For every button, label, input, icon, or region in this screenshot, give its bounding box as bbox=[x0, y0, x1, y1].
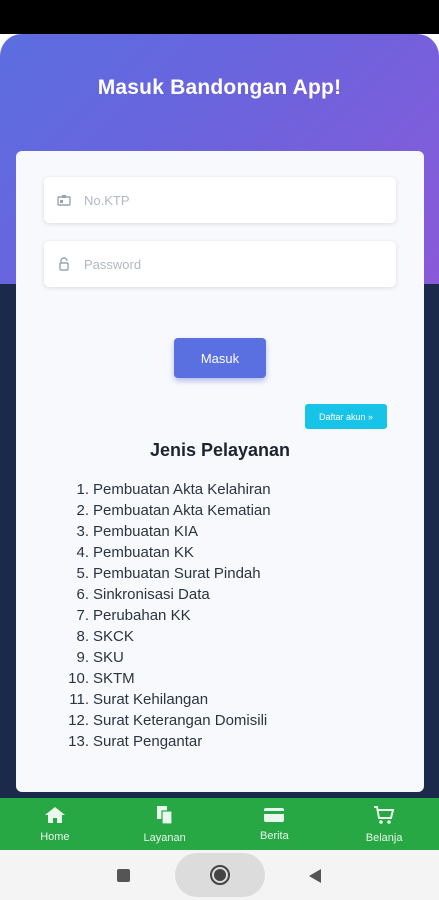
nav-home[interactable]: Home bbox=[0, 798, 110, 850]
list-item: 9. SKU bbox=[76, 649, 124, 666]
system-home-button[interactable] bbox=[175, 853, 265, 897]
password-placeholder: Password bbox=[84, 256, 142, 272]
list-item: 6. Sinkronisasi Data bbox=[76, 586, 210, 603]
list-item: 3. Pembuatan KIA bbox=[76, 523, 199, 540]
list-item: 13. Surat Pengantar bbox=[68, 733, 203, 750]
ktp-placeholder: No.KTP bbox=[84, 192, 130, 208]
nav-belanja[interactable]: Belanja bbox=[329, 798, 439, 850]
documents-icon bbox=[155, 805, 175, 830]
ktp-field[interactable]: No.KTP bbox=[44, 177, 396, 223]
login-button[interactable]: Masuk bbox=[174, 338, 266, 378]
password-field[interactable]: Password bbox=[44, 241, 396, 287]
back-icon[interactable] bbox=[309, 869, 321, 883]
list-item: 5. Pembuatan Surat Pindah bbox=[76, 565, 261, 582]
list-item: 2. Pembuatan Akta Kematian bbox=[76, 502, 271, 519]
status-bar bbox=[0, 0, 439, 34]
page-title: Masuk Bandongan App! bbox=[97, 76, 342, 99]
id-card-icon bbox=[44, 194, 84, 206]
list-item: 10. SKTM bbox=[68, 670, 135, 687]
nav-layanan-label: Layanan bbox=[143, 831, 186, 844]
list-item: 7. Perubahan KK bbox=[76, 607, 191, 624]
list-item: 12. Surat Keterangan Domisili bbox=[68, 712, 268, 729]
cart-icon bbox=[373, 805, 395, 830]
list-item: 8. SKCK bbox=[76, 628, 134, 645]
register-button[interactable]: Daftar akun » bbox=[305, 404, 387, 429]
card-icon bbox=[263, 807, 285, 828]
home-icon bbox=[44, 806, 66, 829]
list-item: 11. Surat Kehilangan bbox=[69, 691, 209, 708]
login-card: No.KTP Password Masuk Daftar akun » Jeni… bbox=[16, 151, 424, 792]
nav-berita[interactable]: Berita bbox=[220, 798, 330, 850]
recents-icon[interactable] bbox=[117, 869, 130, 882]
list-item: 1. Pembuatan Akta Kelahiran bbox=[76, 481, 271, 498]
nav-berita-label: Berita bbox=[260, 829, 289, 842]
list-item: 4. Pembuatan KK bbox=[76, 544, 194, 561]
lock-icon bbox=[44, 257, 84, 271]
nav-layanan[interactable]: Layanan bbox=[110, 798, 220, 850]
bottom-nav: Home Layanan Berita Belanja bbox=[0, 798, 439, 850]
home-circle-icon bbox=[210, 865, 230, 885]
nav-belanja-label: Belanja bbox=[365, 831, 403, 844]
services-title: Jenis Pelayanan bbox=[149, 440, 291, 460]
services-list: 1. Pembuatan Akta Kelahiran 2. Pembuatan A… bbox=[66, 479, 271, 752]
nav-home-label: Home bbox=[40, 830, 70, 843]
